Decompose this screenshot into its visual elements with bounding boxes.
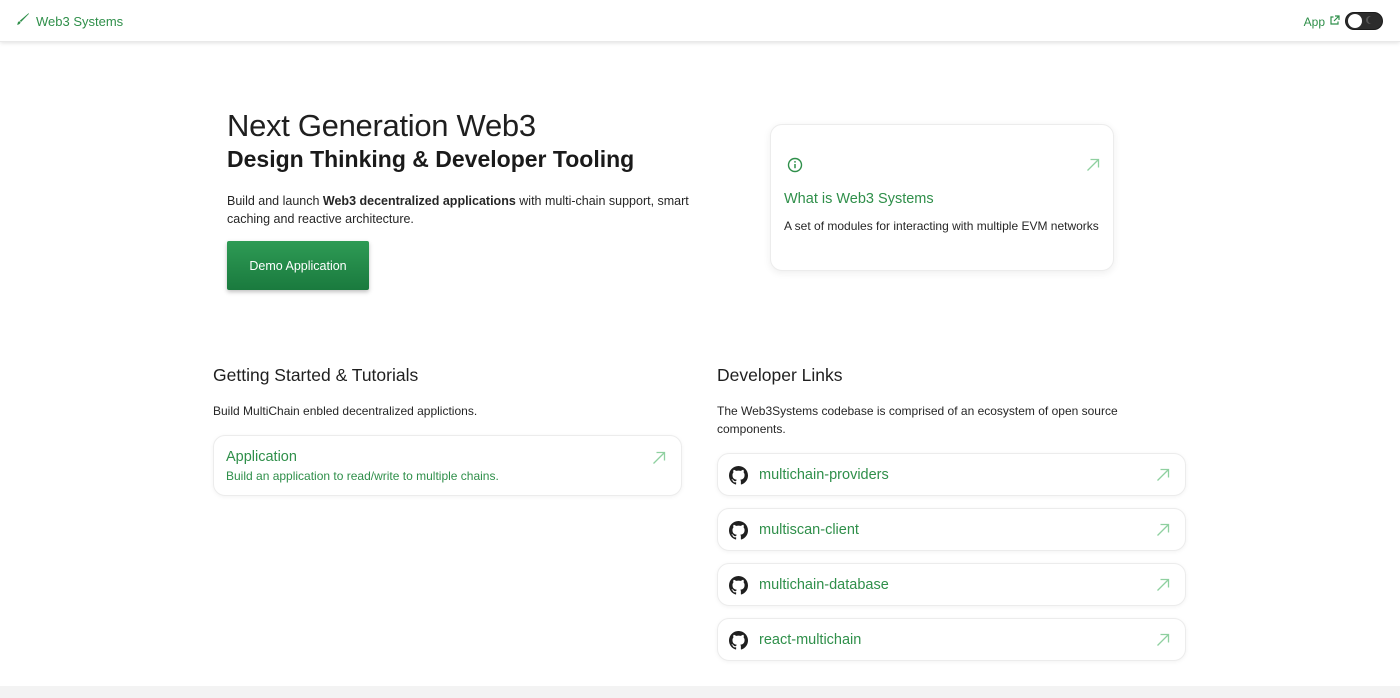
brand-label: Web3 Systems <box>36 13 124 29</box>
developer-links-description: The Web3Systems codebase is comprised of… <box>717 404 1118 436</box>
arrow-up-right-icon <box>1155 577 1171 598</box>
arrow-up-right-icon <box>1155 632 1171 653</box>
dev-link-label: multiscan-client <box>759 522 859 538</box>
tutorial-card-application[interactable]: Application Build an application to read… <box>213 435 682 496</box>
github-icon <box>729 631 748 655</box>
moon-icon <box>1368 16 1376 24</box>
top-navbar: Web3 Systems App <box>0 0 1400 42</box>
theme-toggle[interactable] <box>1345 12 1383 30</box>
dev-link-label: react-multichain <box>759 632 862 648</box>
arrow-up-right-icon <box>1155 467 1171 488</box>
getting-started-title: Getting Started & Tutorials <box>213 365 419 385</box>
hero-description: Build and launch Web3 decentralized appl… <box>227 194 689 226</box>
dev-link-label: multichain-database <box>759 577 889 593</box>
toggle-knob <box>1348 14 1362 28</box>
github-icon <box>729 521 748 545</box>
tutorial-card-title: Application <box>226 449 297 465</box>
what-is-card[interactable]: What is Web3 Systems A set of modules fo… <box>770 124 1114 271</box>
brand-link[interactable]: Web3 Systems <box>16 12 123 30</box>
info-icon <box>787 157 803 178</box>
github-icon <box>729 466 748 490</box>
arrow-up-right-icon <box>1155 522 1171 543</box>
arrow-up-right-icon <box>651 450 667 471</box>
github-icon <box>729 576 748 600</box>
hero-description-emphasis: Web3 decentralized applications <box>322 194 516 208</box>
dev-link-label: multichain-providers <box>759 467 889 483</box>
hero-subtitle: Design Thinking & Developer Tooling <box>227 146 635 172</box>
app-link[interactable]: App <box>1304 13 1340 31</box>
developer-links-title: Developer Links <box>717 365 843 385</box>
dev-link-multichain-providers[interactable]: multichain-providers <box>717 453 1186 496</box>
dev-link-multichain-database[interactable]: multichain-database <box>717 563 1186 606</box>
getting-started-description: Build MultiChain enbled decentralized ap… <box>213 404 478 418</box>
dev-link-react-multichain[interactable]: react-multichain <box>717 618 1186 661</box>
info-card-title: What is Web3 Systems <box>784 191 934 207</box>
brush-icon <box>16 12 30 31</box>
hero-title: Next Generation Web3 <box>227 108 536 143</box>
info-card-description: A set of modules for interacting with mu… <box>784 219 1099 233</box>
arrow-up-right-icon <box>1085 157 1101 178</box>
app-link-label: App <box>1303 15 1325 29</box>
tutorial-card-description: Build an application to read/write to mu… <box>226 469 499 483</box>
external-link-icon <box>1329 13 1340 31</box>
footer-strip <box>0 686 1400 698</box>
demo-application-button[interactable]: Demo Application <box>227 241 369 290</box>
dev-link-multiscan-client[interactable]: multiscan-client <box>717 508 1186 551</box>
